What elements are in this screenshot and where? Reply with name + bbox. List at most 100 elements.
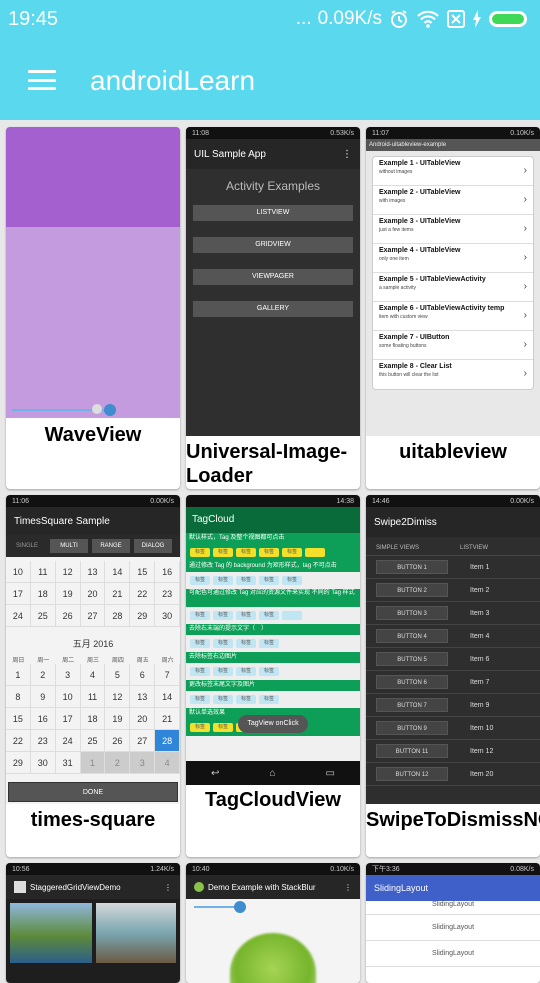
android-icon xyxy=(194,882,204,892)
mock-title: TimesSquare Sample xyxy=(14,515,110,527)
mock-done-button: DONE xyxy=(8,782,178,802)
mock-swipe-row: BUTTON 6 Item 7 xyxy=(366,671,540,694)
mock-tag-row: 标签标签标签标签标签 xyxy=(186,572,360,589)
app-bar: androidLearn xyxy=(0,40,540,120)
mock-section-head: 通过修改 Tag 的 background 为矩形样式，tag 不可点击 xyxy=(186,561,360,572)
wifi-icon xyxy=(417,10,439,28)
mock-button: LISTVIEW xyxy=(193,205,353,221)
item-label: TagCloudView xyxy=(205,789,341,811)
mock-tag-row: 标签 标签 标签 标签 xyxy=(186,663,360,680)
grid-item-swipetodismissnoa[interactable]: 14:46 0.00K/s Swipe2Dimiss SIMPLE VIEWS L… xyxy=(366,495,540,857)
mock-table-row: Example 5 - UITableViewActivity a sample … xyxy=(373,273,533,302)
mock-section-head: 默认样式，Tag 及整个视图都可点击 xyxy=(186,533,360,544)
mock-speed: 0.10K/s xyxy=(510,129,534,137)
mock-calendar-row: 22 23 24 25 26 27 28 xyxy=(6,730,180,752)
mock-calendar-row: 15 16 17 18 19 20 21 xyxy=(6,708,180,730)
mock-title: UIL Sample App xyxy=(194,148,266,160)
home-icon: ⌂ xyxy=(269,767,276,779)
mock-button: GALLERY xyxy=(193,301,353,317)
overflow-icon: ⋮ xyxy=(342,148,352,160)
alarm-clock-icon xyxy=(391,10,407,28)
uitableview-thumbnail: 11:07 0.10K/s Android-uitableview-example… xyxy=(366,127,540,436)
mock-speed: 0.10K/s xyxy=(330,865,354,873)
mock-status-time: 11:06 xyxy=(12,497,29,505)
mock-status-time: 11:08 xyxy=(192,129,209,137)
grid-item-times-square[interactable]: 11:06 0.00K/s TimesSquare Sample SINGLE M… xyxy=(6,495,180,857)
overflow-icon: ⋮ xyxy=(164,882,172,892)
grid-item-stackblur-demo[interactable]: 10:40 0.10K/s Demo Example with StackBlur… xyxy=(186,863,360,983)
waveview-thumbnail xyxy=(6,127,180,418)
no-sim-icon xyxy=(447,10,465,28)
mock-speed: 0.00K/s xyxy=(150,497,174,505)
mock-swipe-row: BUTTON 1 Item 1 xyxy=(366,556,540,579)
swipe2dimiss-thumbnail: 14:46 0.00K/s Swipe2Dimiss SIMPLE VIEWS L… xyxy=(366,495,540,804)
mock-speed: 0.53K/s xyxy=(330,129,354,137)
mock-heading: Activity Examples xyxy=(225,179,321,193)
mock-table-row: Example 6 - UITableViewActivity temp item… xyxy=(373,302,533,331)
mock-swipe-row: BUTTON 12 Item 20 xyxy=(366,763,540,786)
grid-item-waveview[interactable]: WaveView xyxy=(6,127,180,489)
mock-tab: RANGE xyxy=(92,539,130,553)
mock-table-row: Example 8 - Clear List this button will c… xyxy=(373,360,533,389)
mock-tab: SINGLE xyxy=(15,543,38,549)
mock-status-time: 10:56 xyxy=(12,865,30,873)
grid-item-tagcloudview[interactable]: 14:38 TagCloud 默认样式，Tag 及整个视图都可点击 标签 标签 标签… xyxy=(186,495,360,857)
grid-item-staggeredgridviewdemo[interactable]: 10:56 1.24K/s StaggeredGridViewDemo ⋮ xyxy=(6,863,180,983)
grid-item-uitableview[interactable]: 11:07 0.10K/s Android-uitableview-example… xyxy=(366,127,540,489)
status-time: 19:45 xyxy=(8,8,59,30)
mock-section-head: 更改标签末尾文字及图片 xyxy=(186,680,360,691)
menu-icon[interactable] xyxy=(28,70,56,90)
overflow-icon: ⋮ xyxy=(344,882,352,892)
uil-thumbnail: 11:08 0.53K/s UIL Sample App ⋮ Activity Ex… xyxy=(186,127,360,436)
mock-calendar-row: 17 18 19 20 21 22 23 xyxy=(6,583,180,605)
mock-list-item: SlidingLayout xyxy=(366,941,540,967)
mock-table-row: Example 2 - UITableView with images › xyxy=(373,186,533,215)
mock-swipe-row: BUTTON 7 Item 9 xyxy=(366,694,540,717)
mock-section-head: 可配色可通过修改 Tag 对应的资源文件来实现 不同的 Tag 样式 xyxy=(186,589,360,607)
mock-title: Android-uitableview-example xyxy=(366,139,540,151)
item-label: times-square xyxy=(30,809,156,831)
mock-tag-row: 标签标签标签标签标签 xyxy=(186,544,360,561)
mock-swipe-row: BUTTON 3 Item 3 xyxy=(366,602,540,625)
mock-photo-car xyxy=(96,903,176,963)
mock-tag-row: 标签 标签 标签 标签 xyxy=(186,691,360,708)
charging-icon xyxy=(473,10,481,28)
mock-table-row: Example 7 - UIButton some floating button… xyxy=(373,331,533,360)
mock-speed: 1.24K/s xyxy=(150,865,174,873)
mock-col-head: LISTVIEW xyxy=(460,545,489,551)
mock-status-time: 14:46 xyxy=(372,497,390,505)
mock-swipe-row: BUTTON 4 Item 4 xyxy=(366,625,540,648)
mock-photo-landscape xyxy=(10,903,92,963)
mock-calendar-row: 1234567 xyxy=(6,664,180,686)
mock-status-time: 10:40 xyxy=(192,865,210,873)
grid-item-slidinglayout[interactable]: 下午3:36 0.08K/s SlidingLayout SlidingLayou… xyxy=(366,863,540,983)
app-title: androidLearn xyxy=(90,65,256,96)
mock-table-row: Example 1 - UITableView without images › xyxy=(373,157,533,186)
mock-calendar-row: 8 9 10 11 12 13 14 xyxy=(6,686,180,708)
mock-swipe-row: BUTTON 2 Item 2 xyxy=(366,579,540,602)
mock-blurred-android xyxy=(230,933,316,983)
mock-button: VIEWPAGER xyxy=(193,269,353,285)
mock-table-row: Example 4 - UITableView only one item › xyxy=(373,244,533,273)
mock-status-time: 14:38 xyxy=(336,497,354,505)
mock-section-head: 去除标签右边图片 xyxy=(186,652,360,663)
item-label: WaveView xyxy=(44,424,142,446)
mock-col-head: SIMPLE VIEWS xyxy=(376,545,420,551)
times-square-thumbnail: 11:06 0.00K/s TimesSquare Sample SINGLE M… xyxy=(6,495,180,804)
mock-title: Swipe2Dimiss xyxy=(374,516,437,528)
stackblur-thumbnail: 10:40 0.10K/s Demo Example with StackBlur… xyxy=(186,863,360,983)
recents-icon: ▭ xyxy=(325,767,335,779)
mock-section-head: 去除右末端的提示文字（ ） xyxy=(186,624,360,635)
grid-item-universal-image-loader[interactable]: 11:08 0.53K/s UIL Sample App ⋮ Activity Ex… xyxy=(186,127,360,489)
mock-status-time: 下午3:36 xyxy=(372,866,400,873)
mock-calendar-row: 24 25 26 27 28 29 30 xyxy=(6,605,180,627)
mock-swipe-row: BUTTON 11 Item 12 xyxy=(366,740,540,763)
mock-swipe-row: BUTTON 9 Item 10 xyxy=(366,717,540,740)
mock-list-item: SlidingLayout xyxy=(366,901,540,915)
item-label: Universal-Image-Loader xyxy=(186,441,348,487)
mock-speed: 0.08K/s xyxy=(510,865,534,873)
mock-month-label: 五月 2016 xyxy=(72,639,114,649)
mock-list-item: SlidingLayout xyxy=(366,915,540,941)
mock-swipe-row: BUTTON 5 Item 6 xyxy=(366,648,540,671)
item-label: SwipeToDismissNOA xyxy=(366,809,540,831)
